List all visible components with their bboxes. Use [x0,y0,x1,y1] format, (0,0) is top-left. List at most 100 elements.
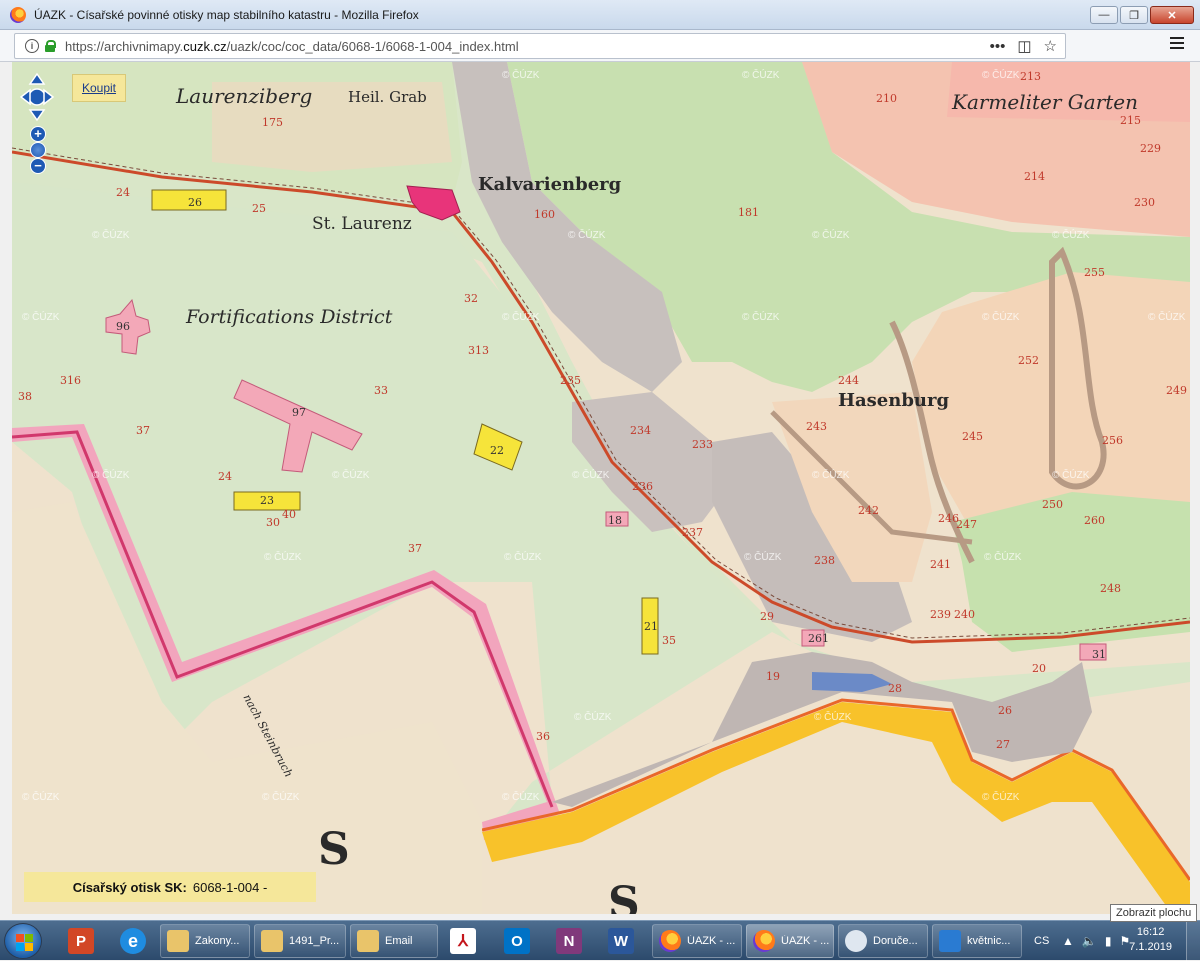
firefox-icon [659,930,681,952]
word-icon[interactable]: W [604,925,638,957]
bookmark-star-icon[interactable]: ☆ [1044,37,1057,55]
taskbar-item-folder-1491[interactable]: 1491_Pr... [254,924,346,958]
folder-icon [261,930,283,952]
zoom-in-button[interactable]: + [30,126,46,142]
taskbar-item-firefox-1[interactable]: ÚAZK - ... [652,924,742,958]
internet-explorer-icon[interactable]: e [116,925,150,957]
label-kalvarienberg: Kalvarienberg [478,174,622,195]
taskbar-item-delivery[interactable]: Doruče... [838,924,928,958]
watermark: © ČÚZK [262,792,300,803]
volume-icon[interactable]: 🔈 [1082,934,1097,948]
parcel-number: 18 [608,514,622,527]
pan-arrows-icon[interactable] [20,72,54,122]
parcel-number: 239 [930,608,951,621]
label-karmeliter-garten: Karmeliter Garten [952,90,1139,114]
parcel-number: 240 [954,608,975,621]
parcel-number: 30 [266,516,280,529]
parcel-number: 38 [18,390,32,403]
network-icon[interactable]: ▮ [1105,934,1112,948]
pan-control[interactable] [20,72,54,122]
label-laurenziberg: Laurenziberg [176,84,313,108]
clock[interactable]: 16:12 7.1.2019 [1129,925,1172,955]
outlook-icon[interactable]: O [500,925,534,957]
parcel-number: 229 [1140,142,1161,155]
info-icon[interactable]: i [25,39,39,53]
folder-icon [357,930,379,952]
show-hidden-icons-icon[interactable]: ▲ [1062,934,1074,948]
parcel-number: 237 [682,526,703,539]
watermark: © ČÚZK [572,470,610,481]
parcel-number: 233 [692,438,713,451]
watermark: © ČÚZK [814,712,852,723]
parcel-number: 210 [876,92,897,105]
start-button[interactable] [4,923,42,959]
watermark: © ČÚZK [742,312,780,323]
watermark: © ČÚZK [982,70,1020,81]
watermark: © ČÚZK [1052,470,1090,481]
parcel-number: 313 [468,344,489,357]
hamburger-menu-icon[interactable] [1170,37,1184,49]
parcel-number: 230 [1134,196,1155,209]
watermark: © ČÚZK [982,792,1020,803]
folder-icon [167,930,189,952]
parcel-number: 97 [292,406,306,419]
parcel-number: 252 [1018,354,1039,367]
watermark: © ČÚZK [502,792,540,803]
onenote-icon[interactable]: N [552,925,586,957]
parcel-number: 40 [282,508,296,521]
taskbar-item-folder-zakony[interactable]: Zakony... [160,924,250,958]
label-heil-grab: Heil. Grab [348,88,427,106]
tray-icons[interactable]: ▲ 🔈 ▮ ⚑ [1062,921,1130,961]
parcel-number: 215 [1120,114,1141,127]
parcel-number: 213 [1020,70,1041,83]
zoom-world-icon[interactable] [30,142,46,158]
pocket-icon[interactable]: ◫ [1017,37,1031,55]
page-actions-icon[interactable]: ••• [990,38,1006,55]
watermark: © ČÚZK [22,792,60,803]
parcel-number: 31 [1092,648,1106,661]
parcel-number: 261 [808,632,829,645]
parcel-number: 181 [738,206,759,219]
parcel-number: 23 [260,494,274,507]
taskbar-item-kvetnic[interactable]: květnic... [932,924,1022,958]
parcel-number: 236 [632,480,653,493]
url-text[interactable]: https://archivnimapy.cuzk.cz/uazk/coc/co… [65,39,519,54]
watermark: © ČÚZK [504,552,542,563]
parcel-number: 250 [1042,498,1063,511]
parcel-number: 22 [490,444,504,457]
address-bar[interactable]: i https://archivnimapy.cuzk.cz/uazk/coc/… [14,33,1066,59]
acrobat-icon[interactable]: ⅄ [446,925,480,957]
close-button[interactable]: ✕ [1150,6,1194,24]
powerpoint-icon[interactable]: P [64,925,98,957]
mail-app-icon [845,930,867,952]
parcel-number: 260 [1084,514,1105,527]
parcel-number: 316 [60,374,81,387]
taskbar-item-firefox-2[interactable]: ÚAZK - ... [746,924,834,958]
watermark: © ČÚZK [568,230,606,241]
minimize-button[interactable]: — [1090,6,1118,24]
parcel-number: 21 [644,620,658,633]
sheet-info-value: 6068-1-004 - [192,879,268,895]
language-indicator[interactable]: CS [1034,921,1049,961]
clock-date: 7.1.2019 [1129,941,1172,953]
buy-link[interactable]: Koupit [72,74,126,102]
label-st-laurenz: St. Laurenz [312,214,412,234]
parcel-number: 24 [218,470,232,483]
parcel-number: 36 [536,730,550,743]
watermark: © ČÚZK [984,552,1022,563]
parcel-number: 214 [1024,170,1045,183]
lock-icon[interactable] [45,40,56,52]
parcel-number: 25 [252,202,266,215]
taskbar-item-folder-email[interactable]: Email [350,924,438,958]
sheet-info-box: Císařský otisk SK: 6068-1-004 - [24,872,316,902]
window-titlebar: ÚAZK - Císařské povinné otisky map stabi… [0,0,1200,30]
map-viewport[interactable]: Laurenziberg Heil. Grab Kalvarienberg St… [12,62,1190,914]
label-s-letter-1: S [318,824,350,875]
parcel-number: 235 [560,374,581,387]
show-desktop-button[interactable] [1186,921,1200,961]
zoom-out-button[interactable]: − [30,158,46,174]
parcel-number: 248 [1100,582,1121,595]
parcel-number: 256 [1102,434,1123,447]
maximize-button[interactable]: ❐ [1120,6,1148,24]
parcel-number: 242 [858,504,879,517]
